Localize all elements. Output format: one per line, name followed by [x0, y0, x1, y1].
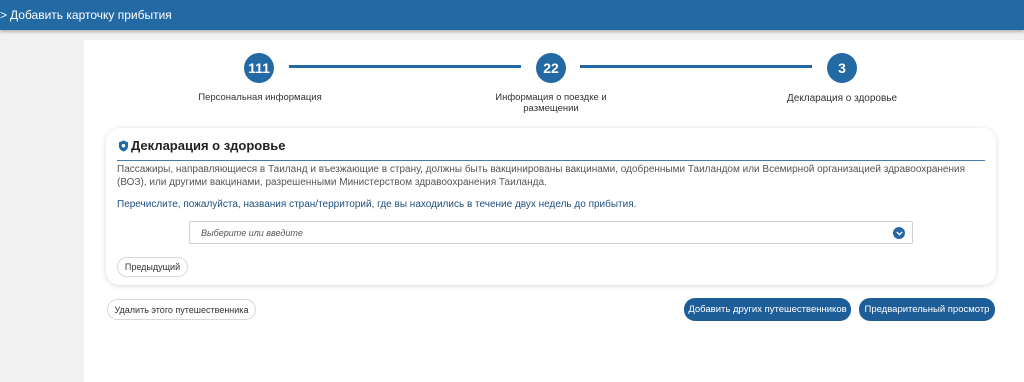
shield-icon — [118, 140, 129, 151]
countries-select[interactable]: Выберите или введите — [189, 221, 913, 244]
vaccination-notice: Пассажиры, направляющиеся в Таиланд и въ… — [117, 164, 965, 188]
step-3-label: Декларация о здоровье — [786, 93, 898, 104]
step-connector-2 — [580, 65, 812, 68]
previous-button[interactable]: Предыдущий — [117, 257, 188, 277]
section-heading: Декларация о здоровье — [118, 138, 285, 153]
step-connector-1 — [289, 65, 521, 68]
countries-question: Перечислите, пожалуйста, названия стран/… — [117, 199, 637, 210]
app-header: > Добавить карточку прибытия — [0, 0, 1024, 30]
section-title: Декларация о здоровье — [131, 138, 286, 153]
progress-stepper: 111 22 3 Персональная информация Информа… — [84, 40, 1024, 130]
step-1-number[interactable]: 111 — [244, 53, 274, 83]
chevron-right-icon[interactable]: > — [0, 9, 7, 21]
chevron-down-icon[interactable] — [893, 227, 905, 239]
step-2-number[interactable]: 22 — [536, 53, 566, 83]
divider — [117, 160, 985, 161]
health-declaration-card: Декларация о здоровье Пассажиры, направл… — [106, 128, 996, 285]
delete-traveler-button[interactable]: Удалить этого путешественника — [107, 299, 256, 320]
step-2-label: Информация о поездке и размещении — [495, 92, 607, 114]
add-travelers-button[interactable]: Добавить других путешественников — [684, 298, 851, 321]
preview-button[interactable]: Предварительный просмотр — [859, 298, 995, 321]
countries-select-placeholder: Выберите или введите — [201, 227, 303, 238]
main-panel: 111 22 3 Персональная информация Информа… — [84, 40, 1024, 382]
page-title: Добавить карточку прибытия — [10, 8, 172, 22]
step-3-number[interactable]: 3 — [827, 53, 857, 83]
step-1-label: Персональная информация — [198, 92, 322, 103]
